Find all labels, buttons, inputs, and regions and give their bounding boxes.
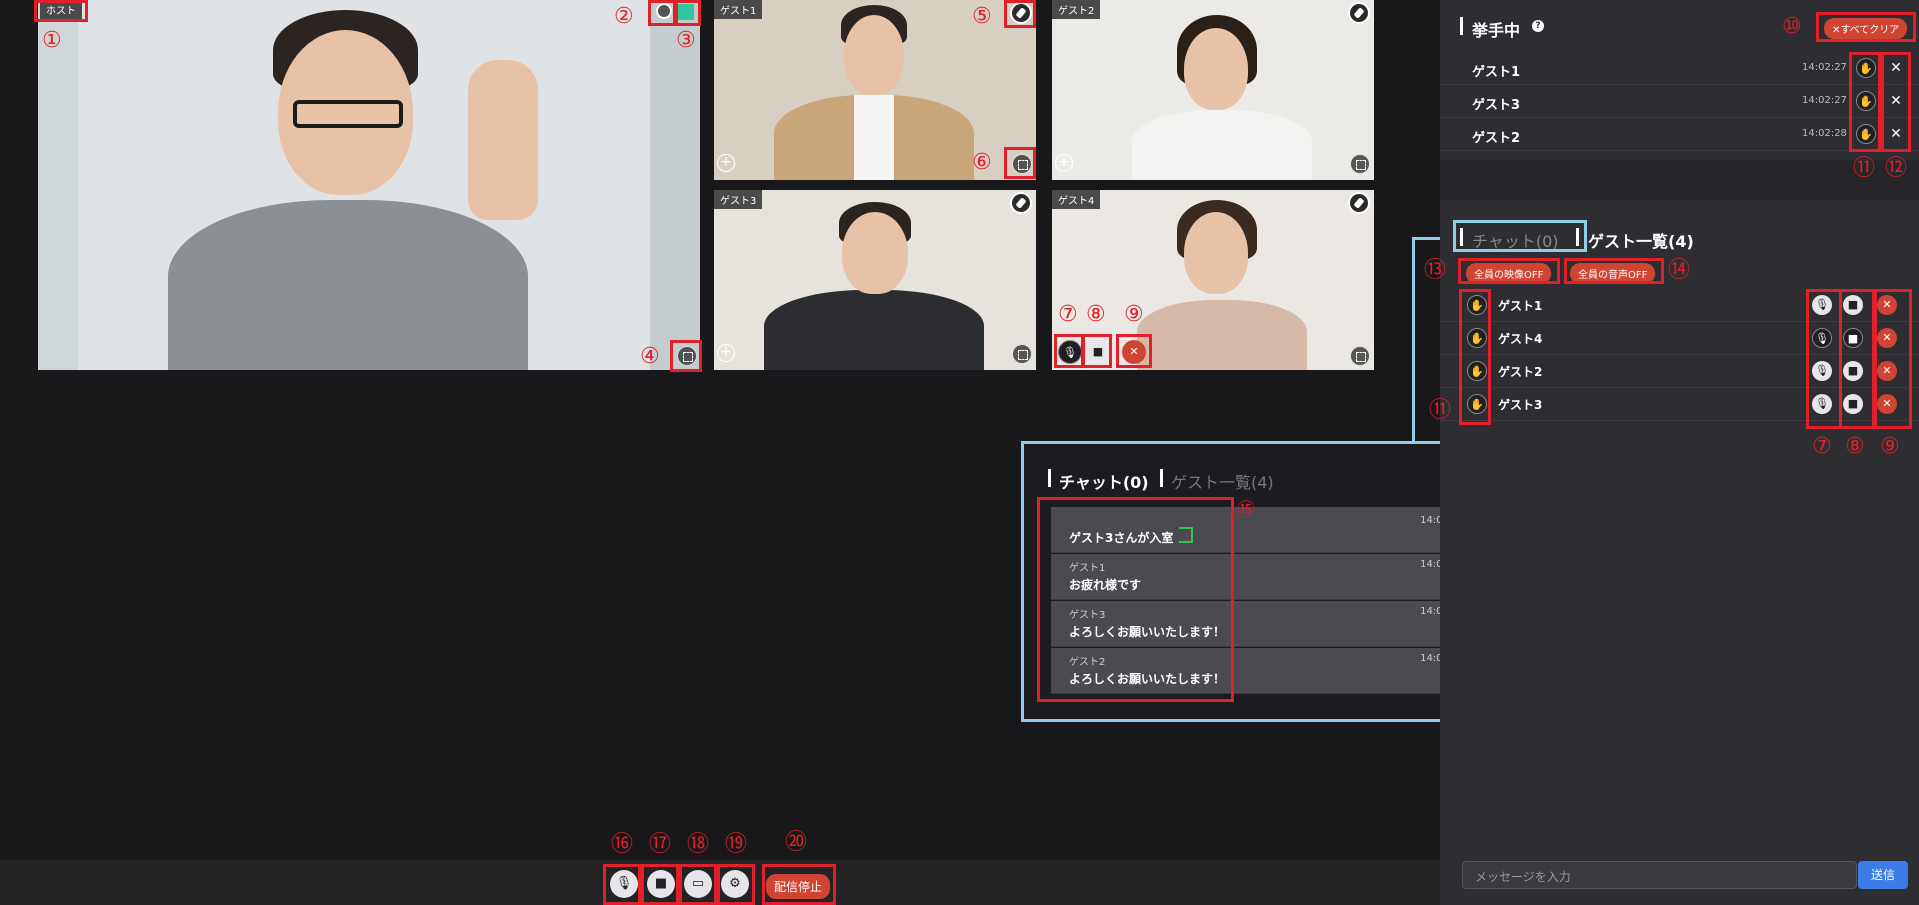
host-person-image [168, 0, 588, 370]
section-bar [1460, 17, 1463, 35]
guest4-mic-highlight [1054, 334, 1084, 368]
marker-13: ⑬ [1424, 258, 1447, 283]
marker-8: ⑧ [1086, 302, 1106, 327]
hand-row: ゲスト2 14:02:28 ✋ ✕ [1440, 118, 1919, 151]
marker-19: ⑲ [725, 832, 748, 857]
marker-9-guests: ⑨ [1880, 434, 1900, 459]
guest1-fullscreen-highlight [1004, 147, 1036, 179]
guest3-add-icon[interactable]: + [717, 344, 735, 362]
marker-9: ⑨ [1124, 302, 1144, 327]
hand-row: ゲスト1 14:02:27 ✋ ✕ [1440, 52, 1919, 85]
guest-name: ゲスト4 [1498, 332, 1543, 346]
all-audio-off-highlight [1564, 258, 1664, 284]
screen-share-highlight [679, 864, 717, 905]
guest3-fullscreen-icon[interactable] [1012, 344, 1032, 364]
send-button[interactable]: 送信 [1858, 861, 1908, 889]
lower-hand-highlight [1849, 52, 1881, 152]
guest4-kick-highlight [1116, 334, 1152, 368]
guest-hand-highlight [1459, 289, 1491, 425]
guest2-hand-lower-icon[interactable] [1348, 2, 1370, 24]
marker-16: ⑯ [611, 832, 634, 857]
dismiss-hand-highlight [1881, 52, 1911, 152]
guest2-fullscreen-icon[interactable] [1350, 154, 1370, 174]
marker-18: ⑱ [687, 832, 710, 857]
hand-row: ゲスト3 14:02:27 ✋ ✕ [1440, 85, 1919, 118]
camera-toggle-highlight [641, 864, 679, 905]
chat-tab-highlight [1453, 220, 1587, 252]
marker-11: ⑪ [1853, 156, 1876, 181]
host-fullscreen-highlight [670, 340, 702, 372]
guest4-label: ゲスト4 [1052, 190, 1101, 209]
host-video-tile [38, 0, 700, 370]
marker-7: ⑦ [1058, 302, 1078, 327]
stop-stream-highlight [762, 864, 836, 905]
panel-divider [1440, 160, 1919, 200]
marker-4: ④ [640, 344, 660, 369]
hand-row-name: ゲスト1 [1472, 65, 1521, 80]
guest-camera-highlight [1839, 289, 1875, 429]
camera-switch-highlight [673, 0, 701, 26]
marker-8-guests: ⑧ [1845, 434, 1865, 459]
marker-6: ⑥ [972, 150, 992, 175]
guest1-person-image [759, 0, 989, 180]
guest2-add-icon[interactable]: + [1055, 154, 1073, 172]
settings-highlight [717, 864, 755, 905]
callout-connector [1412, 238, 1415, 441]
marker-2: ② [614, 4, 634, 29]
chat-messages-highlight [1037, 497, 1234, 702]
host-label-highlight [34, 0, 88, 22]
marker-3: ③ [676, 28, 696, 53]
clear-all-highlight [1816, 12, 1916, 42]
marker-1: ① [42, 28, 62, 53]
guest-kick-highlight [1874, 289, 1912, 429]
hand-row-time: 14:02:28 [1802, 128, 1847, 139]
hand-row-time: 14:02:27 [1802, 62, 1847, 73]
guest3-person-image [754, 190, 994, 370]
guest3-label: ゲスト3 [714, 190, 763, 209]
hand-row-name: ゲスト3 [1472, 98, 1521, 113]
guest2-person-image [1122, 0, 1322, 180]
guest4-camera-highlight [1082, 334, 1112, 368]
question-icon[interactable]: ? [1532, 20, 1544, 32]
hand-row-name: ゲスト2 [1472, 131, 1521, 146]
marker-7-guests: ⑦ [1812, 434, 1832, 459]
marker-11-guests: ⑪ [1429, 398, 1452, 423]
guest-mic-highlight [1806, 289, 1842, 429]
guest1-add-icon[interactable]: + [717, 154, 735, 172]
marker-17: ⑰ [649, 832, 672, 857]
tab-guest-list[interactable]: ゲスト一覧(4) [1588, 228, 1694, 252]
hand-row-time: 14:02:27 [1802, 95, 1847, 106]
guest1-hand-highlight [1004, 0, 1036, 28]
guest2-video-tile [1052, 0, 1374, 180]
guest1-label: ゲスト1 [714, 0, 763, 19]
guest-name: ゲスト2 [1498, 365, 1543, 379]
marker-14: ⑭ [1668, 258, 1691, 283]
guest3-hand-lower-icon[interactable] [1010, 192, 1032, 214]
guest3-video-tile [714, 190, 1036, 370]
chat-message-input[interactable]: メッセージを入力 [1462, 861, 1857, 889]
guest4-hand-lower-icon[interactable] [1348, 192, 1370, 214]
mic-toggle-highlight [603, 864, 641, 905]
marker-5: ⑤ [972, 4, 992, 29]
marker-20: ⑳ [785, 830, 808, 855]
marker-10: ⑩ [1782, 14, 1802, 39]
all-video-off-highlight [1458, 258, 1560, 284]
marker-12: ⑫ [1885, 156, 1908, 181]
guest2-label: ゲスト2 [1052, 0, 1101, 19]
marker-15: ⑮ [1237, 500, 1255, 521]
guest-name: ゲスト1 [1498, 299, 1543, 313]
guest4-person-image [1122, 190, 1322, 370]
raised-hands-title: 挙手中 [1472, 21, 1521, 40]
guest-name: ゲスト3 [1498, 398, 1543, 412]
guest4-fullscreen-icon[interactable] [1350, 346, 1370, 366]
